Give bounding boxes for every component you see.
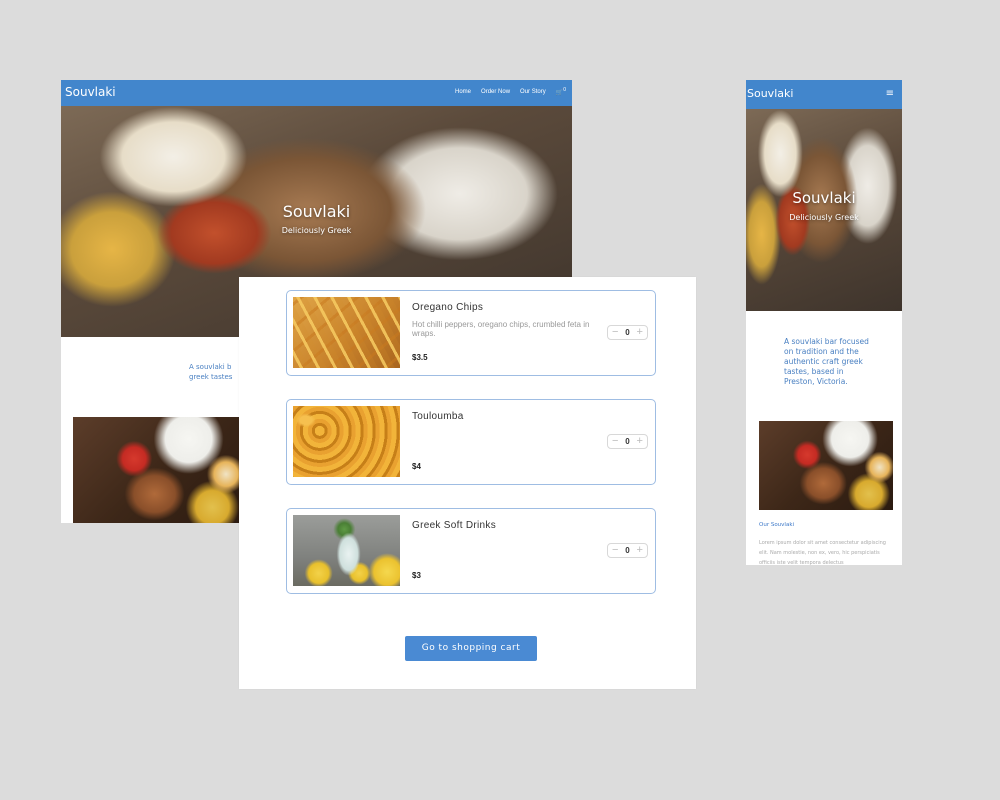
quantity-value[interactable]: 0 [625,437,629,446]
mobile-brand-logo[interactable]: Souvlaki [747,87,793,100]
desktop-hero-subtitle: Deliciously Greek [281,226,352,235]
desktop-navbar: Souvlaki Home Order Now Our Story 🛒0 [61,80,572,106]
mobile-hero-image: Souvlaki Deliciously Greek [746,109,902,311]
desktop-hero-title: Souvlaki [282,202,351,221]
mobile-intro-text: A souvlaki bar focused on tradition and … [784,337,869,386]
menu-item-price: $4 [412,462,421,471]
plus-icon[interactable]: + [637,327,643,338]
cart-icon[interactable]: 🛒0 [556,87,566,96]
quantity-value[interactable]: 0 [625,328,629,337]
cart-count: 0 [563,87,566,93]
nav-link-order-now[interactable]: Order Now [481,89,510,95]
quantity-stepper: − 0 + [607,325,648,340]
nav-link-our-story[interactable]: Our Story [520,89,546,95]
menu-item-card: Touloumba $4 − 0 + [286,399,656,485]
nav-link-home[interactable]: Home [455,89,471,95]
mobile-story-text: Lorem ipsum dolor sit amet consectetur a… [759,540,886,565]
menu-item-name: Greek Soft Drinks [412,520,497,531]
mobile-hero-title: Souvlaki [792,189,856,207]
oregano-chips-image [293,297,400,368]
menu-item-price: $3 [412,571,421,580]
order-menu-panel: Oregano Chips Hot chilli peppers, oregan… [239,277,696,689]
plus-icon[interactable]: + [637,436,643,447]
quantity-value[interactable]: 0 [625,546,629,555]
menu-item-price: $3.5 [412,353,428,362]
plus-icon[interactable]: + [637,545,643,556]
menu-item-card: Oregano Chips Hot chilli peppers, oregan… [286,290,656,376]
mobile-hero-subtitle: Deliciously Greek [789,213,859,222]
minus-icon[interactable]: − [612,436,618,447]
mobile-food-board-image [759,421,893,510]
menu-item-name: Touloumba [412,411,464,422]
hamburger-menu-icon[interactable]: ≡ [886,88,894,99]
mobile-story-heading: Our Souvlaki [759,522,795,528]
mobile-page-mockup: Souvlaki ≡ Souvlaki Deliciously Greek A … [746,80,902,565]
mobile-navbar: Souvlaki ≡ [746,80,902,109]
quantity-stepper: − 0 + [607,434,648,449]
menu-item-description: Hot chilli peppers, oregano chips, crumb… [412,320,590,338]
go-to-shopping-cart-button[interactable]: Go to shopping cart [405,636,537,661]
quantity-stepper: − 0 + [607,543,648,558]
minus-icon[interactable]: − [612,327,618,338]
menu-item-card: Greek Soft Drinks $3 − 0 + [286,508,656,594]
desktop-nav-links: Home Order Now Our Story 🛒0 [455,87,566,96]
desktop-brand-logo[interactable]: Souvlaki [65,85,116,99]
menu-item-name: Oregano Chips [412,302,484,313]
minus-icon[interactable]: − [612,545,618,556]
desktop-food-board-image [73,417,243,523]
touloumba-image [293,406,400,477]
greek-soft-drinks-image [293,515,400,586]
